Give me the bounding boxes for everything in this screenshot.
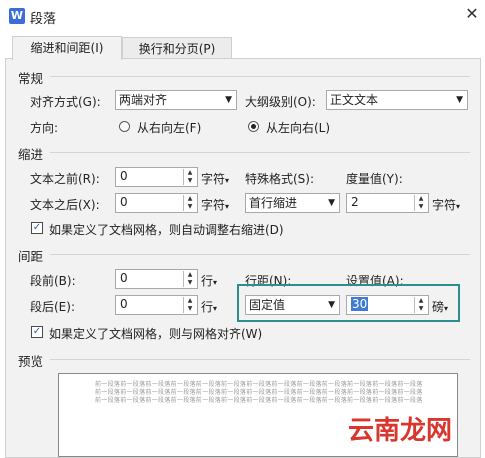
chevron-down-icon: ▼: [456, 95, 463, 105]
rtl-radio[interactable]: [119, 121, 130, 132]
spacing-grid-label: 如果定义了文档网格，则与网格对齐(W): [49, 327, 263, 341]
alignment-value: 两端对齐: [119, 93, 168, 107]
preview-line: 前一段落前一段落前一段落前一段落前一段落前一段落前一段落前一段落前一段落前一段落…: [95, 397, 423, 404]
divider: [50, 254, 470, 255]
outline-level-label: 大纲级别(O):: [245, 95, 316, 109]
title-bar: [0, 0, 485, 30]
direction-label: 方向:: [30, 121, 59, 135]
space-before-stepper[interactable]: 0 ▲ ▼: [115, 269, 198, 289]
space-after-stepper[interactable]: 0 ▲ ▼: [115, 295, 198, 315]
indent-grid-checkbox[interactable]: ✓: [31, 222, 43, 234]
section-general-title: 常规: [18, 71, 44, 86]
special-format-value: 首行缩进: [249, 196, 298, 210]
spin-arrows-icon[interactable]: ▲ ▼: [183, 195, 196, 211]
space-before-value: 0: [120, 271, 128, 285]
section-indent-title: 缩进: [18, 147, 44, 162]
ltr-label: 从左向右(L): [266, 121, 331, 135]
ltr-radio[interactable]: [248, 121, 259, 132]
section-preview-title: 预览: [18, 354, 44, 369]
indent-after-unit[interactable]: 字符▾: [201, 196, 229, 213]
divider: [50, 152, 470, 153]
special-format-label: 特殊格式(S):: [245, 172, 315, 186]
special-format-select[interactable]: 首行缩进 ▼: [245, 193, 340, 213]
indent-before-stepper[interactable]: 0 ▲ ▼: [115, 167, 198, 187]
tab-indent-spacing[interactable]: 缩进和间距(I): [12, 36, 122, 60]
space-before-unit[interactable]: 行▾: [201, 272, 217, 289]
spin-arrows-icon[interactable]: ▲ ▼: [414, 195, 427, 211]
outline-level-value: 正文文本: [330, 93, 379, 107]
indent-after-label: 文本之后(X):: [30, 198, 100, 212]
tab-line-page-breaks[interactable]: 换行和分页(P): [122, 37, 232, 60]
spin-arrows-icon[interactable]: ▲ ▼: [183, 297, 196, 313]
divider: [50, 76, 470, 77]
space-before-label: 段前(B):: [30, 274, 76, 288]
spin-arrows-icon[interactable]: ▲ ▼: [183, 271, 196, 287]
indent-before-label: 文本之前(R):: [30, 172, 100, 186]
indent-before-value: 0: [120, 169, 128, 183]
dialog-title: 段落: [30, 12, 57, 27]
space-after-unit[interactable]: 行▾: [201, 298, 217, 315]
highlight-box: [237, 284, 460, 322]
spacing-grid-checkbox[interactable]: ✓: [31, 326, 43, 338]
alignment-select[interactable]: 两端对齐 ▼: [115, 90, 237, 110]
measure-value: 2: [351, 195, 359, 209]
indent-after-stepper[interactable]: 0 ▲ ▼: [115, 193, 198, 213]
divider: [50, 359, 470, 360]
section-spacing-title: 间距: [18, 249, 44, 264]
wps-app-icon: W: [9, 8, 25, 24]
chevron-down-icon: ▼: [225, 95, 232, 105]
measure-label: 度量值(Y):: [346, 172, 403, 186]
indent-before-unit[interactable]: 字符▾: [201, 170, 229, 187]
chevron-down-icon: ▼: [328, 198, 335, 208]
rtl-label: 从右向左(F): [137, 121, 202, 135]
watermark: 云南龙网: [348, 416, 453, 446]
indent-grid-label: 如果定义了文档网格，则自动调整右缩进(D): [49, 223, 284, 237]
space-after-value: 0: [120, 297, 128, 311]
spin-arrows-icon[interactable]: ▲ ▼: [183, 169, 196, 185]
space-after-label: 段后(E):: [30, 300, 75, 314]
alignment-label: 对齐方式(G):: [30, 95, 101, 109]
close-icon[interactable]: ✕: [462, 4, 482, 24]
outline-level-select[interactable]: 正文文本 ▼: [326, 90, 468, 110]
measure-stepper[interactable]: 2 ▲ ▼: [346, 193, 429, 213]
measure-unit[interactable]: 字符▾: [432, 196, 460, 213]
indent-after-value: 0: [120, 195, 128, 209]
